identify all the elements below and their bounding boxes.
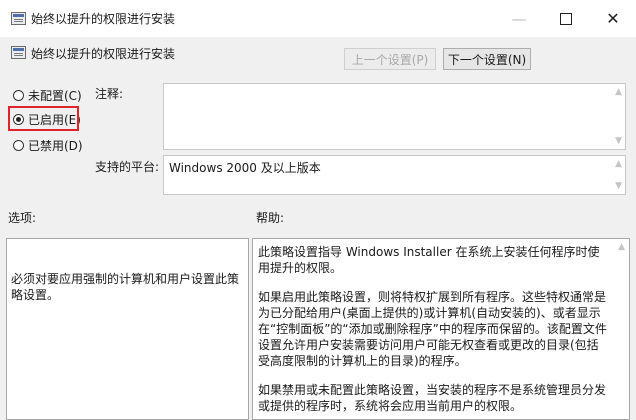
comment-textarea[interactable]: ▲ ▼ [163, 83, 626, 150]
radio-circle [13, 139, 24, 151]
scroll-up-icon[interactable]: ▲ [615, 87, 622, 97]
scroll-up-icon[interactable]: ▲ [615, 159, 622, 169]
maximize-icon[interactable] [543, 0, 589, 37]
policy-setting-icon [11, 46, 26, 59]
platform-field: Windows 2000 及以上版本 ▲ ▼ [163, 155, 626, 195]
help-paragraph: 如果禁用或未配置此策略设置，当安装的程序不是系统管理员分发或提供的程序时，系统将… [258, 383, 607, 413]
comment-label: 注释: [95, 87, 124, 101]
policy-app-icon [11, 12, 26, 25]
previous-setting-button[interactable]: 上一个设置(P) [344, 48, 436, 70]
help-panel: 此策略设置指导 Windows Installer 在系统上安装任何程序时使用提… [252, 238, 630, 420]
scroll-up-icon[interactable]: ▲ [618, 242, 625, 252]
platform-label: 支持的平台: [95, 160, 160, 174]
policy-name: 始终以提升的权限进行安装 [31, 47, 176, 61]
options-label: 选项: [8, 211, 37, 225]
radio-disabled[interactable]: 已禁用(D) [13, 136, 83, 154]
help-label: 帮助: [256, 211, 285, 225]
next-setting-button[interactable]: 下一个设置(N) [443, 48, 531, 70]
radio-label: 已禁用(D) [28, 138, 83, 153]
platform-value: Windows 2000 及以上版本 [169, 161, 321, 175]
enabled-highlight-box [8, 106, 79, 131]
close-icon[interactable]: ✕ [590, 0, 636, 37]
minimize-icon[interactable]: — [496, 0, 542, 37]
options-text: 必须对要应用强制的计算机和用户设置此策略设置。 [11, 272, 240, 302]
scroll-down-icon[interactable]: ▼ [615, 181, 622, 191]
radio-not-configured[interactable]: 未配置(C) [13, 86, 82, 104]
options-panel: 必须对要应用强制的计算机和用户设置此策略设置。 [6, 238, 249, 420]
scroll-down-icon[interactable]: ▼ [615, 136, 622, 146]
help-paragraph: 此策略设置指导 Windows Installer 在系统上安装任何程序时使用提… [258, 245, 600, 275]
radio-label: 未配置(C) [28, 88, 82, 103]
help-content: 此策略设置指导 Windows Installer 在系统上安装任何程序时使用提… [258, 244, 610, 419]
window-title: 始终以提升的权限进行安装 [31, 12, 176, 26]
radio-circle [13, 89, 24, 101]
help-paragraph: 如果启用此策略设置，则将特权扩展到所有程序。这些特权通常是为已分配给用户(桌面上… [258, 290, 607, 368]
